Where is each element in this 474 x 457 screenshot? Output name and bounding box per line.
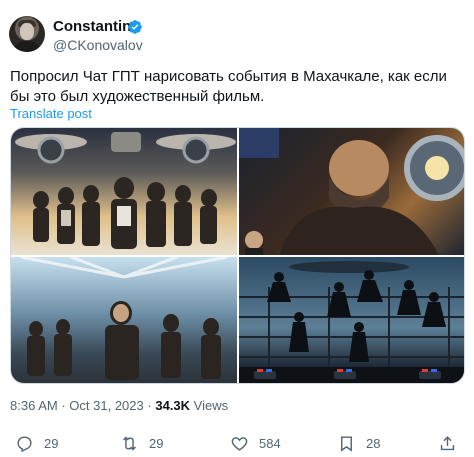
media-image-3[interactable] bbox=[11, 257, 237, 383]
share-button[interactable] bbox=[438, 432, 467, 454]
image-1-illustration bbox=[15, 132, 236, 249]
media-image-4[interactable] bbox=[239, 257, 464, 383]
tweet-date[interactable]: Oct 31, 2023 bbox=[69, 398, 143, 413]
translate-post-link[interactable]: Translate post bbox=[10, 106, 92, 121]
media-image-1[interactable] bbox=[11, 128, 237, 255]
reply-icon bbox=[17, 435, 32, 452]
meta-separator: · bbox=[147, 398, 152, 413]
tweet-text: Попросил Чат ГПТ нарисовать события в Ма… bbox=[10, 68, 447, 105]
avatar[interactable] bbox=[9, 16, 45, 52]
repost-icon bbox=[123, 436, 136, 450]
views-label: Views bbox=[193, 398, 229, 413]
media-grid bbox=[10, 127, 465, 384]
reply-button[interactable]: 29 bbox=[15, 432, 58, 454]
action-bar: 29 29 584 28 bbox=[0, 432, 474, 454]
views-count: 34.3K bbox=[155, 398, 191, 413]
repost-button[interactable]: 29 bbox=[120, 432, 163, 454]
tweet-meta: 8:36 AM · Oct 31, 2023 · 34.3K Views bbox=[10, 398, 228, 413]
bookmark-count: 28 bbox=[366, 435, 381, 451]
heart-icon bbox=[231, 436, 248, 451]
media-image-2[interactable] bbox=[239, 128, 464, 255]
verified-badge-icon bbox=[128, 20, 142, 34]
tweet-time[interactable]: 8:36 AM bbox=[10, 398, 58, 413]
tweet-card: Constantine @CKonovalov Попросил Чат ГПТ… bbox=[0, 0, 474, 457]
meta-separator: · bbox=[61, 398, 66, 413]
bookmark-button[interactable]: 28 bbox=[337, 432, 380, 454]
image-4-illustration bbox=[239, 261, 464, 383]
reply-count: 29 bbox=[44, 435, 59, 451]
repost-count: 29 bbox=[149, 435, 164, 451]
like-count: 584 bbox=[259, 435, 281, 451]
image-3-illustration bbox=[20, 257, 228, 380]
like-button[interactable]: 584 bbox=[230, 432, 281, 454]
image-2-illustration bbox=[239, 128, 464, 255]
share-icon bbox=[440, 435, 455, 450]
bookmark-icon bbox=[341, 435, 352, 452]
author-handle[interactable]: @CKonovalov bbox=[53, 37, 143, 54]
